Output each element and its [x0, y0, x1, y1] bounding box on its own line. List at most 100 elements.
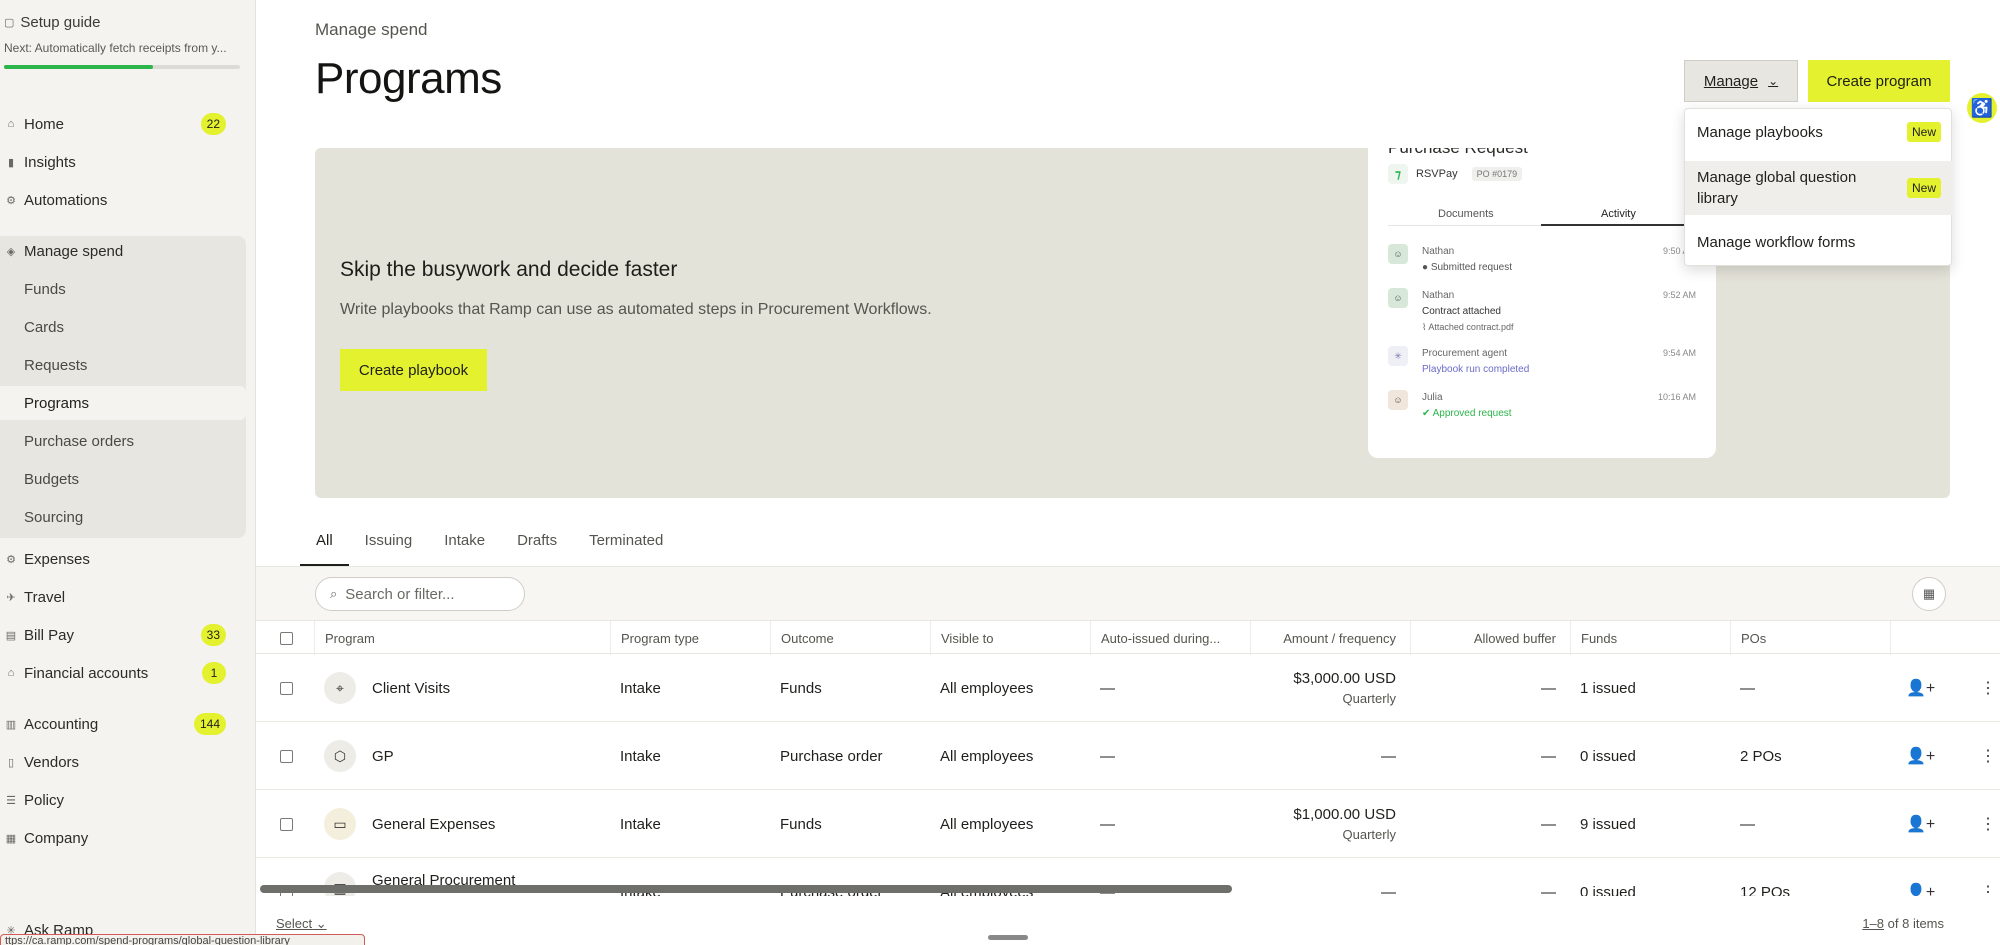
- sidebar-item-company[interactable]: ▦ Company: [0, 821, 246, 855]
- chevron-down-icon: ⌄: [1768, 74, 1779, 88]
- breadcrumb[interactable]: Manage spend: [315, 20, 427, 40]
- allowed-buffer-cell: —: [1541, 679, 1556, 697]
- sidebar-item-label: Insights: [24, 153, 76, 171]
- sidebar-item-manage-spend[interactable]: ◈ Manage spend: [0, 234, 246, 268]
- new-badge: New: [1906, 122, 1941, 142]
- activity-attachment: ⌇ Attached contract.pdf: [1422, 322, 1514, 332]
- table-footer: Select ⌄ 1–8 of 8 items: [256, 910, 2000, 945]
- column-header-auto-issued[interactable]: Auto-issued during...: [1090, 621, 1250, 655]
- program-name[interactable]: GP: [372, 748, 394, 765]
- box-icon: ⬡: [324, 740, 356, 772]
- column-header-outcome[interactable]: Outcome: [770, 621, 930, 655]
- menu-item-manage-workflow-forms[interactable]: Manage workflow forms: [1685, 219, 1953, 265]
- sidebar-item-insights[interactable]: ▮ Insights: [0, 145, 246, 179]
- column-header-program-type[interactable]: Program type: [610, 621, 770, 655]
- avatar: ☺: [1388, 390, 1408, 410]
- columns-icon[interactable]: ▦: [1912, 577, 1946, 611]
- tab-drafts[interactable]: Drafts: [501, 520, 573, 566]
- pagination-count: 1–8 of 8 items: [1862, 916, 1944, 931]
- table-row[interactable]: ▭ General Expenses Intake Funds All empl…: [256, 790, 2000, 858]
- setup-guide[interactable]: ▢ Setup guide Next: Automatically fetch …: [4, 14, 240, 69]
- create-program-button[interactable]: Create program: [1808, 60, 1950, 102]
- book-icon: ▥: [5, 718, 17, 731]
- column-header-allowed-buffer[interactable]: Allowed buffer: [1410, 621, 1570, 655]
- sidebar-subitem-funds[interactable]: Funds: [24, 273, 66, 305]
- row-checkbox[interactable]: [280, 817, 293, 831]
- preview-tab-documents: Documents: [1438, 208, 1494, 220]
- select-dropdown[interactable]: Select ⌄: [276, 916, 327, 932]
- menu-item-manage-global-question-library[interactable]: Manage global question library New: [1685, 161, 1953, 215]
- more-options-icon[interactable]: ⋮: [1970, 790, 2000, 858]
- pagination-range[interactable]: 1–8: [1862, 916, 1884, 931]
- funds-cell: 0 issued: [1580, 883, 1636, 897]
- sidebar-item-travel[interactable]: ✈ Travel: [0, 580, 246, 614]
- avatar: ☺: [1388, 244, 1408, 264]
- add-user-icon[interactable]: 👤+: [1896, 722, 1936, 790]
- sidebar-subitem-purchase-orders[interactable]: Purchase orders: [24, 425, 134, 457]
- manage-button-label: Manage: [1703, 72, 1759, 90]
- create-playbook-button[interactable]: Create playbook: [340, 349, 487, 391]
- manage-button[interactable]: Manage ⌄: [1684, 60, 1798, 102]
- column-header-visible-to[interactable]: Visible to: [930, 621, 1090, 655]
- add-user-icon[interactable]: 👤+: [1896, 654, 1936, 722]
- tab-all[interactable]: All: [300, 520, 349, 566]
- sidebar-item-label: Manage spend: [24, 242, 124, 260]
- sidebar-item-home[interactable]: ⌂ Home 22: [0, 107, 246, 141]
- sidebar-subitem-programs[interactable]: Programs: [24, 387, 89, 419]
- activity-line: ✔ Approved request: [1422, 408, 1512, 419]
- table-row[interactable]: ⬡ GP Intake Purchase order All employees…: [256, 722, 2000, 790]
- frequency-value: Quarterly: [1342, 827, 1396, 842]
- add-user-icon[interactable]: 👤+: [1896, 790, 1936, 858]
- menu-item-label: Manage global question library: [1697, 169, 1857, 207]
- tab-intake[interactable]: Intake: [428, 520, 501, 566]
- sidebar-item-label: Accounting: [24, 715, 99, 733]
- sidebar-item-policy[interactable]: ☰ Policy: [0, 783, 246, 817]
- column-header-funds[interactable]: Funds: [1570, 621, 1730, 655]
- column-header-pos[interactable]: POs: [1730, 621, 1890, 655]
- resize-handle[interactable]: [988, 935, 1028, 940]
- select-all-checkbox[interactable]: [280, 631, 293, 645]
- column-header-amount[interactable]: Amount / frequency: [1250, 621, 1410, 655]
- sidebar-item-vendors[interactable]: ▯ Vendors: [0, 745, 246, 779]
- new-badge: New: [1906, 178, 1941, 198]
- sidebar-item-bill-pay[interactable]: ▤ Bill Pay 33: [0, 618, 246, 652]
- sidebar-item-automations[interactable]: ⚙ Automations: [0, 183, 246, 217]
- tab-terminated[interactable]: Terminated: [573, 520, 679, 566]
- outcome-cell: Funds: [780, 679, 822, 697]
- row-checkbox[interactable]: [280, 681, 293, 695]
- more-options-icon[interactable]: ⋮: [1970, 654, 2000, 722]
- sliders-icon: ☰: [6, 794, 16, 807]
- vendor-name: RSVPay: [1416, 168, 1458, 180]
- gear-icon: ⚙: [6, 553, 16, 566]
- column-header-program[interactable]: Program: [314, 621, 610, 655]
- amount-cell: —: [1381, 883, 1396, 897]
- program-name[interactable]: Client Visits: [372, 680, 450, 697]
- sidebar-subitem-budgets[interactable]: Budgets: [24, 463, 79, 495]
- horizontal-scrollbar[interactable]: [260, 885, 1232, 893]
- location-icon: ⌖: [324, 672, 356, 704]
- menu-item-manage-playbooks[interactable]: Manage playbooks New: [1685, 109, 1953, 155]
- pos-cell: —: [1740, 815, 1755, 833]
- row-checkbox[interactable]: [280, 749, 293, 763]
- select-label: Select: [276, 916, 313, 931]
- sidebar-item-expenses[interactable]: ⚙ Expenses: [0, 542, 246, 576]
- program-cell: ▭ General Expenses: [314, 790, 610, 858]
- setup-next-step[interactable]: Next: Automatically fetch receipts from …: [4, 41, 240, 55]
- tab-issuing[interactable]: Issuing: [349, 520, 429, 566]
- sidebar-subitem-cards[interactable]: Cards: [24, 311, 64, 343]
- count-badge: 144: [193, 713, 226, 735]
- more-options-icon[interactable]: ⋮: [1970, 722, 2000, 790]
- more-options-icon[interactable]: ⋮: [1970, 858, 2000, 896]
- sidebar-subitem-sourcing[interactable]: Sourcing: [24, 501, 83, 533]
- sidebar-item-financial-accounts[interactable]: ⌂ Financial accounts 1: [0, 656, 246, 690]
- table-row[interactable]: ⌖ Client Visits Intake Funds All employe…: [256, 654, 2000, 722]
- avatar: ☺: [1388, 288, 1408, 308]
- program-name[interactable]: General Expenses: [372, 816, 495, 833]
- activity-name: Procurement agent: [1422, 348, 1508, 359]
- sidebar-item-accounting[interactable]: ▥ Accounting 144: [0, 707, 246, 741]
- sidebar-subitem-requests[interactable]: Requests: [24, 349, 87, 381]
- activity-text: Submitted request: [1430, 262, 1512, 273]
- add-user-icon[interactable]: 👤+: [1896, 858, 1936, 896]
- accessibility-icon[interactable]: ♿: [1967, 93, 1997, 123]
- search-input[interactable]: ⌕ Search or filter...: [315, 577, 525, 611]
